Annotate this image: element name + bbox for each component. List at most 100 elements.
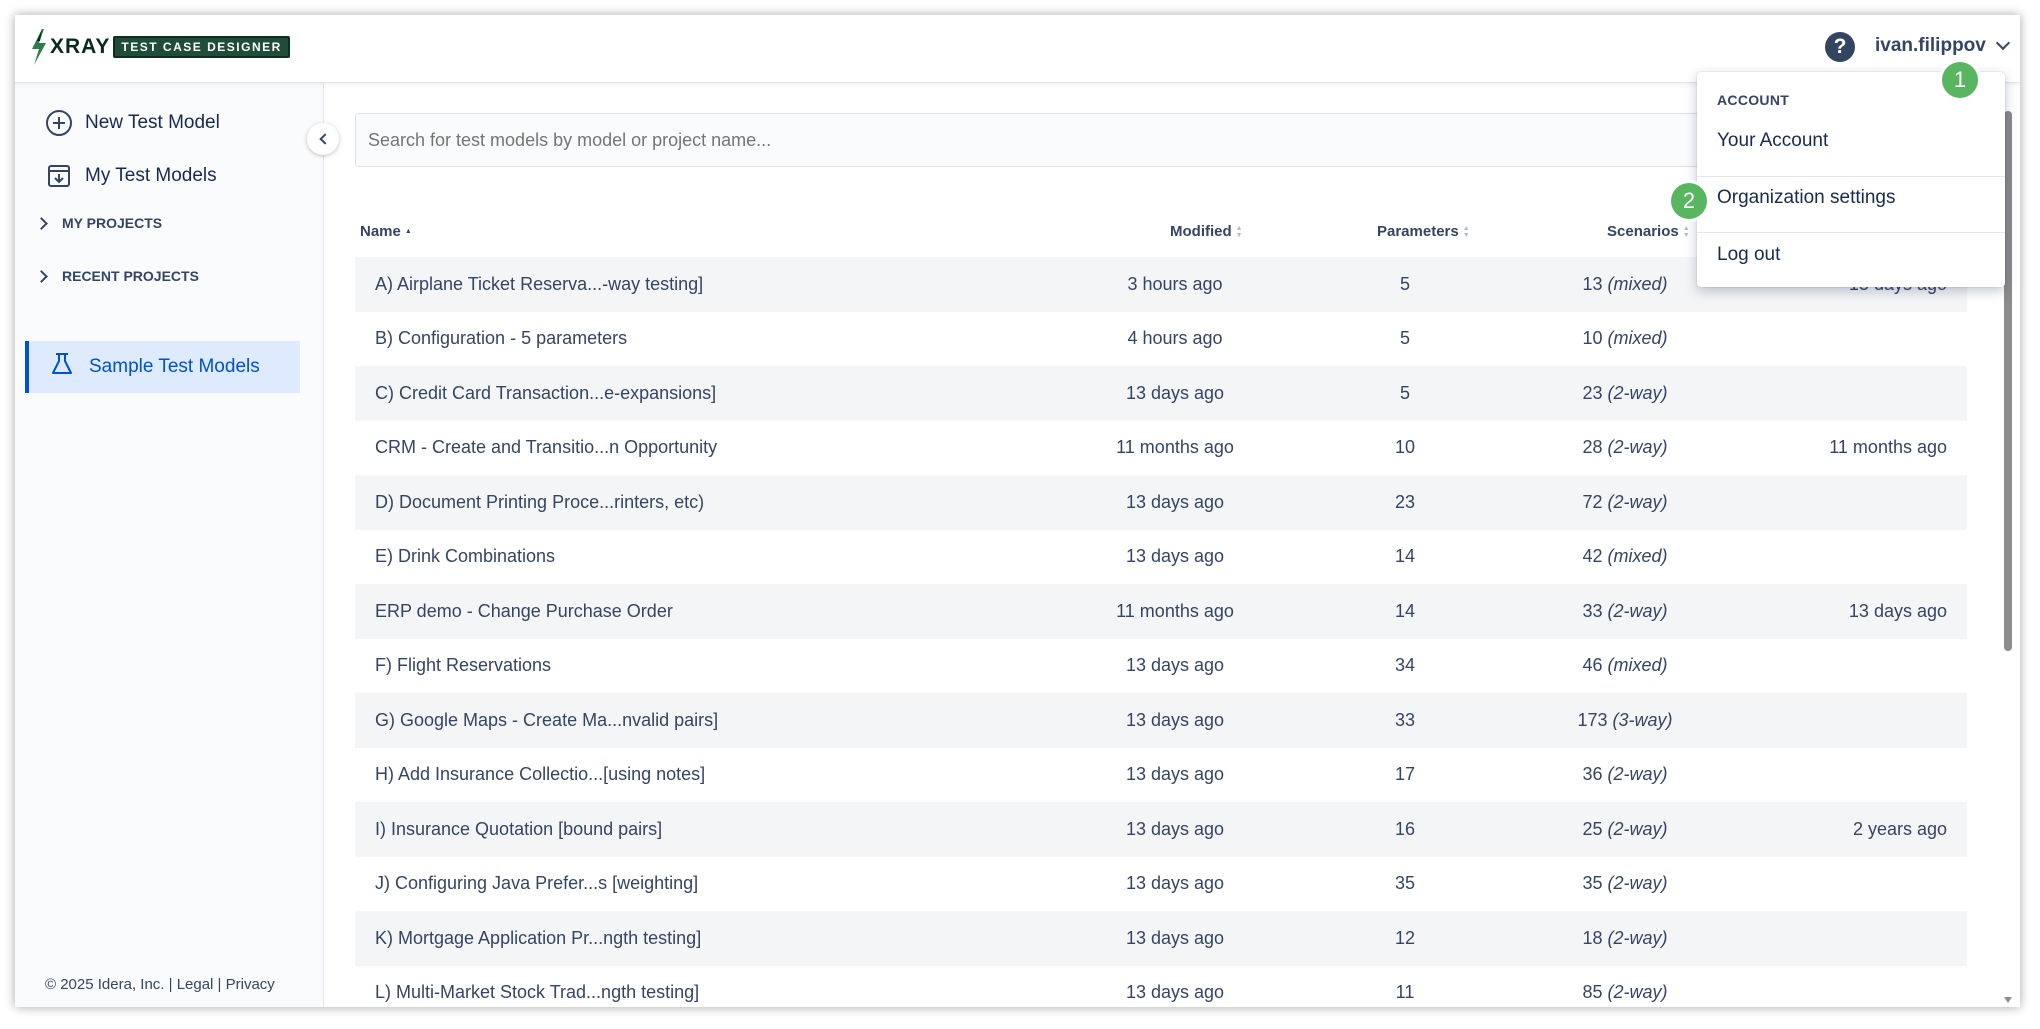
menu-item-organization-settings[interactable]: Organization settings xyxy=(1717,187,1896,209)
sidebar-item-label: New Test Model xyxy=(85,112,220,133)
cell-name[interactable]: L) Multi-Market Stock Trad...ngth testin… xyxy=(375,982,699,1003)
flask-icon xyxy=(49,351,75,383)
scenario-strength: (2-way) xyxy=(1607,491,1668,512)
scenario-strength: (3-way) xyxy=(1612,709,1673,730)
sidebar-item-sample-test-models[interactable]: Sample Test Models xyxy=(25,341,300,393)
chevron-right-icon xyxy=(35,216,48,230)
xray-logo[interactable]: XRAY TEST CASE DESIGNER xyxy=(30,29,290,65)
table-row[interactable]: K) Mortgage Application Pr...ngth testin… xyxy=(355,911,1967,966)
help-icon[interactable]: ? xyxy=(1825,32,1855,62)
cell-scenarios: 46 (mixed) xyxy=(1535,655,1715,676)
scenario-strength: (2-way) xyxy=(1607,873,1668,894)
cell-scenarios: 85 (2-way) xyxy=(1535,982,1715,1003)
column-header-name[interactable]: Name ▲ xyxy=(360,223,412,240)
cell-name[interactable]: E) Drink Combinations xyxy=(375,546,555,567)
sidebar-item-label: My Test Models xyxy=(85,165,217,186)
test-models-table: A) Airplane Ticket Reserva...-way testin… xyxy=(355,257,1967,1007)
scenario-strength: (2-way) xyxy=(1607,818,1668,839)
cell-scenarios: 36 (2-way) xyxy=(1535,764,1715,785)
menu-item-log-out[interactable]: Log out xyxy=(1717,244,1780,266)
cell-scenarios: 18 (2-way) xyxy=(1535,928,1715,949)
sidebar-group-my-projects[interactable]: MY PROJECTS xyxy=(35,215,162,231)
sidebar: New Test Model My Test Models MY PROJECT… xyxy=(15,83,324,1007)
footer-legal[interactable]: © 2025 Idera, Inc. | Legal | Privacy xyxy=(45,976,275,993)
cell-name[interactable]: H) Add Insurance Collectio...[using note… xyxy=(375,764,705,785)
scenario-count: 173 xyxy=(1577,709,1608,730)
column-header-label: Name xyxy=(360,223,401,240)
chevron-left-icon xyxy=(319,133,331,145)
collapse-sidebar-button[interactable] xyxy=(307,123,339,155)
table-row[interactable]: J) Configuring Java Prefer...s [weightin… xyxy=(355,857,1967,912)
table-row[interactable]: ERP demo - Change Purchase Order 11 month… xyxy=(355,584,1967,639)
cell-scenarios: 33 (2-way) xyxy=(1535,601,1715,622)
cell-scenarios: 25 (2-way) xyxy=(1535,819,1715,840)
scenario-count: 23 xyxy=(1582,382,1603,403)
scenario-count: 35 xyxy=(1582,873,1603,894)
column-header-label: Scenarios xyxy=(1607,223,1679,240)
table-row[interactable]: D) Document Printing Proce...rinters, et… xyxy=(355,475,1967,530)
scenario-count: 10 xyxy=(1582,328,1603,349)
table-row[interactable]: G) Google Maps - Create Ma...nvalid pair… xyxy=(355,693,1967,748)
plus-circle-icon xyxy=(45,109,73,137)
cell-name[interactable]: K) Mortgage Application Pr...ngth testin… xyxy=(375,928,701,949)
sort-icon: ▲ ▼ xyxy=(1235,224,1243,239)
cell-name[interactable]: CRM - Create and Transitio...n Opportuni… xyxy=(375,437,717,458)
username: ivan.filippov xyxy=(1875,35,1986,56)
table-row[interactable]: CRM - Create and Transitio...n Opportuni… xyxy=(355,421,1967,476)
scenario-strength: (2-way) xyxy=(1607,764,1668,785)
scenario-strength: (2-way) xyxy=(1607,927,1668,948)
cell-modified: 13 days ago xyxy=(1125,764,1225,785)
sort-icon: ▲ ▼ xyxy=(1682,224,1690,239)
sidebar-item-my-test-models[interactable]: My Test Models xyxy=(45,162,217,190)
column-header-modified[interactable]: Modified ▲ ▼ xyxy=(1170,223,1243,240)
cell-name[interactable]: I) Insurance Quotation [bound pairs] xyxy=(375,819,662,840)
cell-name[interactable]: D) Document Printing Proce...rinters, et… xyxy=(375,492,704,513)
cell-name[interactable]: ERP demo - Change Purchase Order xyxy=(375,601,673,622)
divider xyxy=(1697,176,2005,177)
scenario-strength: (mixed) xyxy=(1607,328,1668,349)
cell-name[interactable]: C) Credit Card Transaction...e-expansion… xyxy=(375,383,716,404)
scenario-strength: (2-way) xyxy=(1607,982,1668,1003)
scenario-count: 28 xyxy=(1582,437,1603,458)
cell-parameters: 14 xyxy=(1394,546,1416,567)
cell-parameters: 10 xyxy=(1394,437,1416,458)
cell-scenarios: 173 (3-way) xyxy=(1535,710,1715,731)
cell-name[interactable]: A) Airplane Ticket Reserva...-way testin… xyxy=(375,274,703,295)
table-row[interactable]: E) Drink Combinations 13 days ago 14 42 (mi… xyxy=(355,530,1967,585)
table-row[interactable]: F) Flight Reservations 13 days ago 34 46 (m… xyxy=(355,639,1967,694)
logo-text: XRAY xyxy=(50,35,111,58)
app-window: XRAY TEST CASE DESIGNER ? ivan.filippov … xyxy=(15,15,2020,1007)
table-row[interactable]: I) Insurance Quotation [bound pairs] 13 d… xyxy=(355,802,1967,857)
cell-parameters: 16 xyxy=(1394,818,1416,839)
cell-name[interactable]: J) Configuring Java Prefer...s [weightin… xyxy=(375,873,698,894)
table-row[interactable]: L) Multi-Market Stock Trad...ngth testin… xyxy=(355,966,1967,1008)
cell-parameters: 11 xyxy=(1395,982,1415,1003)
cell-last-modified: 2 years ago xyxy=(1852,818,1947,839)
user-menu-toggle[interactable]: ivan.filippov xyxy=(1875,35,2010,57)
column-header-parameters[interactable]: Parameters ▲ ▼ xyxy=(1377,223,1470,240)
table-row[interactable]: B) Configuration - 5 parameters 4 hours a… xyxy=(355,312,1967,367)
menu-item-your-account[interactable]: Your Account xyxy=(1717,130,1828,152)
cell-parameters: 23 xyxy=(1394,491,1416,512)
cell-name[interactable]: B) Configuration - 5 parameters xyxy=(375,328,627,349)
chevron-right-icon xyxy=(35,269,48,283)
column-header-label: Modified xyxy=(1170,223,1232,240)
cell-parameters: 5 xyxy=(1399,273,1410,294)
cell-modified: 11 months ago xyxy=(1116,600,1234,621)
scenario-strength: (mixed) xyxy=(1607,546,1668,567)
column-header-scenarios[interactable]: Scenarios ▲ ▼ xyxy=(1607,223,1690,240)
scenario-strength: (mixed) xyxy=(1607,273,1668,294)
sidebar-item-new-test-model[interactable]: New Test Model xyxy=(45,109,220,137)
cell-name[interactable]: G) Google Maps - Create Ma...nvalid pair… xyxy=(375,710,718,731)
sidebar-group-recent-projects[interactable]: RECENT PROJECTS xyxy=(35,268,199,284)
scenario-count: 18 xyxy=(1582,927,1603,948)
scrollbar-thumb[interactable] xyxy=(2004,111,2012,651)
cell-name[interactable]: F) Flight Reservations xyxy=(375,655,551,676)
scroll-down-arrow-icon[interactable] xyxy=(2004,997,2012,1003)
table-row[interactable]: C) Credit Card Transaction...e-expansion… xyxy=(355,366,1967,421)
search-input[interactable] xyxy=(355,113,1855,167)
table-row[interactable]: H) Add Insurance Collectio...[using note… xyxy=(355,748,1967,803)
logo-badge: TEST CASE DESIGNER xyxy=(113,36,290,58)
cell-scenarios: 23 (2-way) xyxy=(1535,383,1715,404)
cell-scenarios: 35 (2-way) xyxy=(1535,873,1715,894)
